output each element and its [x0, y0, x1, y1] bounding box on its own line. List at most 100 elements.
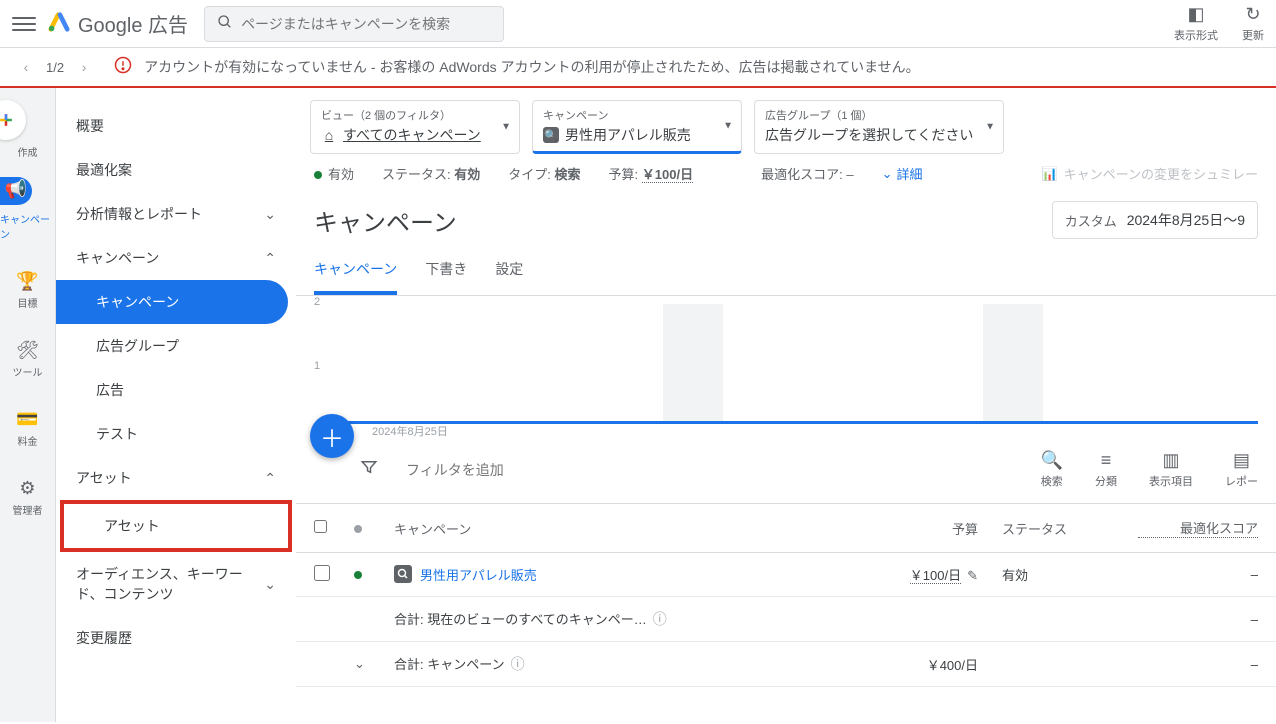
display-mode-button[interactable]: ◧ 表示形式: [1174, 4, 1218, 43]
alert-bar: ‹ 1/2 › アカウントが有効になっていません - お客様の AdWords …: [0, 48, 1276, 88]
filter-search[interactable]: 🔍検索: [1041, 450, 1063, 489]
expand-icon[interactable]: ⌄: [354, 656, 365, 672]
dropdown-icon: ▼: [985, 122, 995, 133]
refresh-button[interactable]: ↻ 更新: [1242, 4, 1264, 43]
col-campaign[interactable]: キャンペーン: [394, 519, 838, 538]
chevron-down-icon: ⌄: [264, 576, 276, 593]
sidebar-tests[interactable]: テスト: [56, 412, 296, 456]
alert-page-indicator: 1/2: [46, 60, 64, 75]
logo[interactable]: Google 広告: [48, 9, 188, 38]
col-opt-score[interactable]: 最適化スコア: [1138, 518, 1258, 538]
sidebar-assets[interactable]: アセット ⌃: [56, 456, 296, 500]
filter-columns[interactable]: ▥表示項目: [1149, 450, 1193, 489]
status-type: タイプ: 検索: [508, 164, 580, 183]
total-camp-label: 合計: キャンペーン: [394, 657, 505, 672]
create-fab[interactable]: [0, 100, 26, 140]
search-input[interactable]: [241, 16, 481, 32]
status-budget: 予算: ￥100/日: [609, 164, 694, 183]
sidebar-recommendations-label: 最適化案: [76, 160, 132, 180]
refresh-icon: ↻: [1245, 4, 1260, 25]
alert-prev-icon[interactable]: ‹: [16, 57, 36, 77]
info-icon[interactable]: ⓘ: [511, 656, 525, 672]
tab-settings[interactable]: 設定: [495, 247, 523, 295]
wrench-icon: 🛠: [16, 340, 39, 361]
edit-icon[interactable]: ✎: [967, 568, 978, 583]
sidebar-adgroups[interactable]: 広告グループ: [56, 324, 296, 368]
campaigns-table: キャンペーン 予算 ステータス 最適化スコア 男性用アパレル販売 ￥100/日 ✎…: [296, 504, 1276, 687]
trophy-icon: 🏆: [16, 271, 38, 292]
add-campaign-fab[interactable]: ＋: [310, 414, 354, 458]
alert-message: アカウントが有効になっていません - お客様の AdWords アカウントの利用…: [144, 57, 920, 77]
status-dot-header-icon: [354, 525, 362, 533]
table-total-row: 合計: 現在のビューのすべてのキャンペー…ⓘ –: [296, 597, 1276, 642]
date-range-picker[interactable]: カスタム 2024年8月25日〜9: [1052, 201, 1258, 239]
sidebar-tests-label: テスト: [96, 424, 138, 444]
segment-icon: ≡: [1101, 450, 1112, 471]
rail-campaigns[interactable]: 📢 キャンペーン: [0, 177, 55, 247]
sidebar-campaigns-sub-label: キャンペーン: [96, 292, 179, 312]
chart-weekend-band: [663, 304, 723, 421]
simulate-disabled: 📊キャンペーンの変更をシュミレー: [1041, 164, 1258, 183]
campaign-link[interactable]: 男性用アパレル販売: [420, 568, 537, 583]
filter-input[interactable]: [406, 462, 1041, 478]
search-box[interactable]: [204, 6, 504, 42]
select-all-checkbox[interactable]: [314, 520, 327, 533]
table-total-row: ⌄ 合計: キャンペーンⓘ ￥400/日 –: [296, 642, 1276, 687]
status-dot-icon: [354, 571, 362, 579]
total-all-opt: –: [1138, 612, 1258, 627]
filter-icon[interactable]: [360, 458, 378, 481]
rail-goals[interactable]: 🏆 目標: [0, 265, 55, 316]
table-header: キャンペーン 予算 ステータス 最適化スコア: [296, 504, 1276, 553]
sidebar-assets-label: アセット: [76, 468, 132, 488]
scope-view[interactable]: ビュー（2 個のフィルタ） ⌂すべてのキャンペーン ▼: [310, 100, 520, 154]
row-budget[interactable]: ￥100/日: [910, 568, 961, 584]
rail-billing[interactable]: 💳 料金: [0, 403, 55, 454]
scope-adgroup-value: 広告グループを選択してください: [765, 125, 973, 145]
sidebar-insights[interactable]: 分析情報とレポート⌄: [56, 192, 296, 236]
sidebar-insights-label: 分析情報とレポート: [76, 204, 202, 224]
sidebar-campaigns[interactable]: キャンペーン⌃: [56, 236, 296, 280]
info-icon[interactable]: ⓘ: [653, 611, 667, 627]
sidebar-audiences[interactable]: オーディエンス、キーワード、コンテンツ⌄: [56, 552, 296, 616]
gear-icon: ⚙: [19, 478, 35, 499]
sidebar-campaigns-sub[interactable]: キャンペーン: [56, 280, 288, 324]
col-budget[interactable]: 予算: [838, 519, 978, 538]
rail-tools-label: ツール: [13, 364, 43, 379]
row-checkbox[interactable]: [314, 565, 330, 581]
sidebar-change-history[interactable]: 変更履歴: [56, 616, 296, 660]
sidebar-recommendations[interactable]: 最適化案: [56, 148, 296, 192]
scope-adgroup[interactable]: 広告グループ（1 個） 広告グループを選択してください ▼: [754, 100, 1004, 154]
menu-icon[interactable]: [12, 12, 36, 36]
filter-segment[interactable]: ≡分類: [1095, 450, 1117, 489]
chart-weekend-band: [983, 304, 1043, 421]
filter-reports[interactable]: ▤レポー: [1225, 450, 1258, 489]
dropdown-icon: ▼: [501, 122, 511, 133]
chevron-up-icon: ⌃: [264, 470, 276, 487]
scope-campaign-value: 男性用アパレル販売: [565, 125, 691, 145]
sidebar-ads[interactable]: 広告: [56, 368, 296, 412]
col-status[interactable]: ステータス: [978, 519, 1138, 538]
sidebar-ads-label: 広告: [96, 380, 124, 400]
scope-campaign-label: キャンペーン: [543, 107, 731, 123]
detail-link[interactable]: ⌄詳細: [882, 164, 923, 183]
reports-icon: ▤: [1233, 450, 1250, 471]
date-label: カスタム: [1065, 211, 1117, 230]
megaphone-icon: 📢: [5, 179, 27, 200]
scope-campaign[interactable]: キャンペーン 🔍男性用アパレル販売 ▼: [532, 100, 742, 154]
chevron-down-icon: ⌄: [882, 166, 893, 182]
search-type-icon: 🔍: [543, 127, 559, 143]
rail-goals-label: 目標: [18, 295, 38, 310]
nav-rail: 作成 📢 キャンペーン 🏆 目標 🛠 ツール 💳 料金 ⚙ 管理者: [0, 88, 56, 722]
rail-admin[interactable]: ⚙ 管理者: [0, 472, 55, 523]
sidebar-overview[interactable]: 概要: [56, 104, 296, 148]
status-enabled: 有効: [314, 164, 354, 183]
main-content: ビュー（2 個のフィルタ） ⌂すべてのキャンペーン ▼ キャンペーン 🔍 男性用ア…: [296, 88, 1276, 722]
tab-campaigns[interactable]: キャンペーン: [314, 247, 397, 295]
y-tick: 1: [314, 360, 320, 372]
tab-drafts[interactable]: 下書き: [425, 247, 467, 295]
alert-next-icon[interactable]: ›: [74, 57, 94, 77]
table-row: 男性用アパレル販売 ￥100/日✎ 有効 –: [296, 553, 1276, 597]
rail-create[interactable]: 作成: [0, 100, 55, 159]
rail-tools[interactable]: 🛠 ツール: [0, 334, 55, 385]
sidebar-asset-sub[interactable]: アセット: [64, 504, 288, 548]
